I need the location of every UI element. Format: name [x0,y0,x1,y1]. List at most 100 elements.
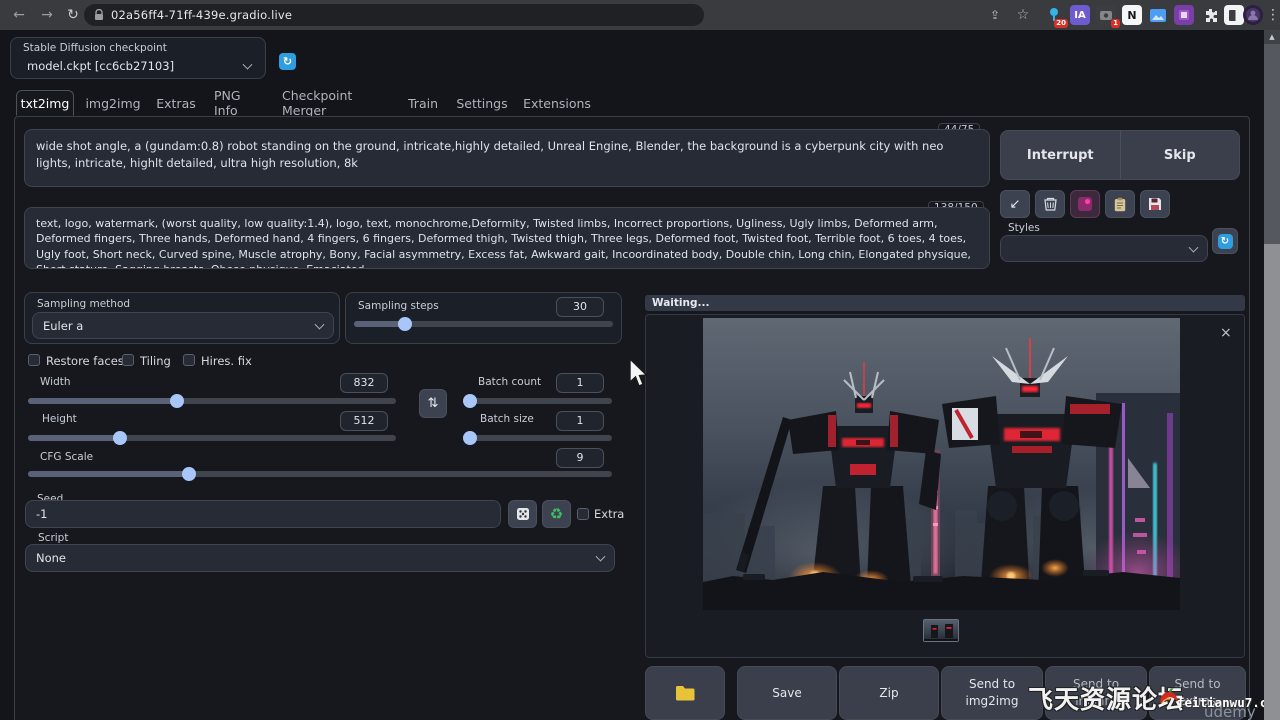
checkpoint-group: Stable Diffusion checkpoint model.ckpt [… [10,37,266,79]
mouse-cursor [628,358,650,390]
browser-menu-icon[interactable]: ⋮ [1262,4,1280,26]
sampling-method-value: Euler a [43,319,83,333]
height-slider[interactable] [28,435,396,441]
slider-fill [28,398,177,404]
cfg-scale-input[interactable]: 9 [556,448,604,468]
screenshot-root: ← → ↻ 02a56ff4-71ff-439e.gradio.live ⇪ ☆… [0,0,1280,720]
extension-onenote-icon[interactable] [1174,5,1194,25]
width-slider[interactable] [28,398,396,404]
seed-extra-label: Extra [594,507,624,521]
scrollbar-thumb[interactable] [1264,44,1280,244]
script-select[interactable]: None [25,544,615,572]
sampling-steps-slider[interactable] [354,321,613,327]
browser-forward-button[interactable]: → [36,4,58,26]
checkpoint-select[interactable]: model.ckpt [cc6cb27103] [17,56,261,76]
clear-prompt-button[interactable] [1035,190,1065,218]
chevron-down-icon [315,319,325,329]
avatar-icon [1246,8,1260,22]
batch-size-slider[interactable] [465,435,612,441]
slider-handle[interactable] [398,317,412,331]
chevron-down-icon [596,552,606,562]
seed-input[interactable]: -1 [25,500,501,528]
bookmark-star-icon[interactable]: ☆ [1012,4,1034,26]
slider-handle[interactable] [182,467,196,481]
tiling-label: Tiling [140,354,171,368]
skip-button[interactable]: Skip [1121,131,1240,179]
generated-image[interactable] [703,318,1180,610]
gallery-thumbnail[interactable] [923,619,959,642]
extensions-puzzle-icon[interactable] [1200,5,1220,25]
tab-img2img[interactable]: img2img [88,90,138,116]
browser-back-button[interactable]: ← [8,4,30,26]
read-params-button[interactable]: ↙ [1000,190,1030,218]
hires-fix-label: Hires. fix [201,354,252,368]
styles-refresh-button[interactable]: ↻ [1212,228,1238,254]
tab-settings[interactable]: Settings [456,90,508,116]
batch-count-input[interactable]: 1 [556,373,604,393]
extra-networks-button[interactable] [1070,190,1100,218]
refresh-icon: ↻ [1218,234,1233,249]
extension-image-icon[interactable] [1148,5,1168,25]
restore-faces-checkbox[interactable] [28,354,40,366]
sampling-method-group: Sampling method Euler a [24,292,340,344]
cfg-scale-slider[interactable] [28,471,612,477]
height-input[interactable]: 512 [340,411,388,431]
tab-png-info[interactable]: PNG Info [214,90,266,116]
swap-dimensions-button[interactable]: ⇅ [419,389,447,418]
save-style-button[interactable] [1140,190,1170,218]
sampling-steps-group: Sampling steps 30 [345,292,622,344]
extension-pin-icon[interactable]: 20 [1044,5,1064,25]
reuse-seed-button[interactable]: ♻ [542,500,571,528]
camera-icon [1100,11,1112,20]
open-folder-button[interactable] [645,666,725,720]
checkpoint-refresh-button[interactable]: ↻ [279,53,296,70]
slider-handle[interactable] [463,394,477,408]
width-input[interactable]: 832 [340,373,388,393]
tab-extras[interactable]: Extras [154,90,198,116]
batch-size-input[interactable]: 1 [556,411,604,431]
tab-extensions[interactable]: Extensions [524,90,590,116]
interrupt-button[interactable]: Interrupt [1001,131,1120,179]
page-scrollbar[interactable]: ▲ [1264,30,1280,720]
chevron-down-icon [243,60,253,70]
cfg-scale-label: CFG Scale [40,451,93,463]
tab-txt2img[interactable]: txt2img [16,90,74,116]
seed-extra-checkbox[interactable] [577,508,589,520]
tab-checkpoint-merger[interactable]: Checkpoint Merger [282,90,390,116]
prompt-input[interactable]: wide shot angle, a (gundam:0.8) robot st… [24,129,990,187]
extension-cam-icon[interactable]: 1 [1096,5,1116,25]
batch-size-label: Batch size [480,413,534,425]
extension-notion-icon[interactable]: N [1122,5,1142,25]
batch-count-slider[interactable] [465,398,612,404]
progress-bar: Waiting... [645,295,1245,311]
width-label: Width [40,376,71,388]
slider-handle[interactable] [170,394,184,408]
cam-badge: 1 [1111,19,1120,28]
sidebar-toggle-icon[interactable] [1224,5,1244,25]
profile-avatar[interactable] [1243,5,1263,25]
styles-select[interactable] [1000,235,1208,262]
puzzle-icon [1204,9,1217,22]
slider-fill [354,321,404,327]
close-icon[interactable]: × [1220,325,1232,341]
extension-ia-icon[interactable]: IA [1070,5,1090,25]
browser-refresh-button[interactable]: ↻ [62,4,84,26]
random-seed-button[interactable] [508,500,537,528]
apply-styles-button[interactable] [1105,190,1135,218]
sampling-method-label: Sampling method [37,298,130,310]
hires-fix-checkbox[interactable] [183,354,195,366]
slider-handle[interactable] [113,431,127,445]
negative-prompt-input[interactable]: text, logo, watermark, (worst quality, l… [24,207,990,269]
save-button[interactable]: Save [737,666,837,720]
slider-handle[interactable] [463,431,477,445]
zip-button[interactable]: Zip [839,666,939,720]
sampling-method-select[interactable]: Euler a [32,312,334,339]
folder-icon [675,685,695,701]
tab-train[interactable]: Train [406,90,440,116]
batch-count-label: Batch count [478,376,541,388]
scrollbar-up-arrow[interactable]: ▲ [1264,30,1280,44]
sampling-steps-input[interactable]: 30 [556,297,604,317]
share-icon[interactable]: ⇪ [984,4,1006,26]
address-bar[interactable]: 02a56ff4-71ff-439e.gradio.live [84,4,704,26]
tiling-checkbox[interactable] [122,354,134,366]
